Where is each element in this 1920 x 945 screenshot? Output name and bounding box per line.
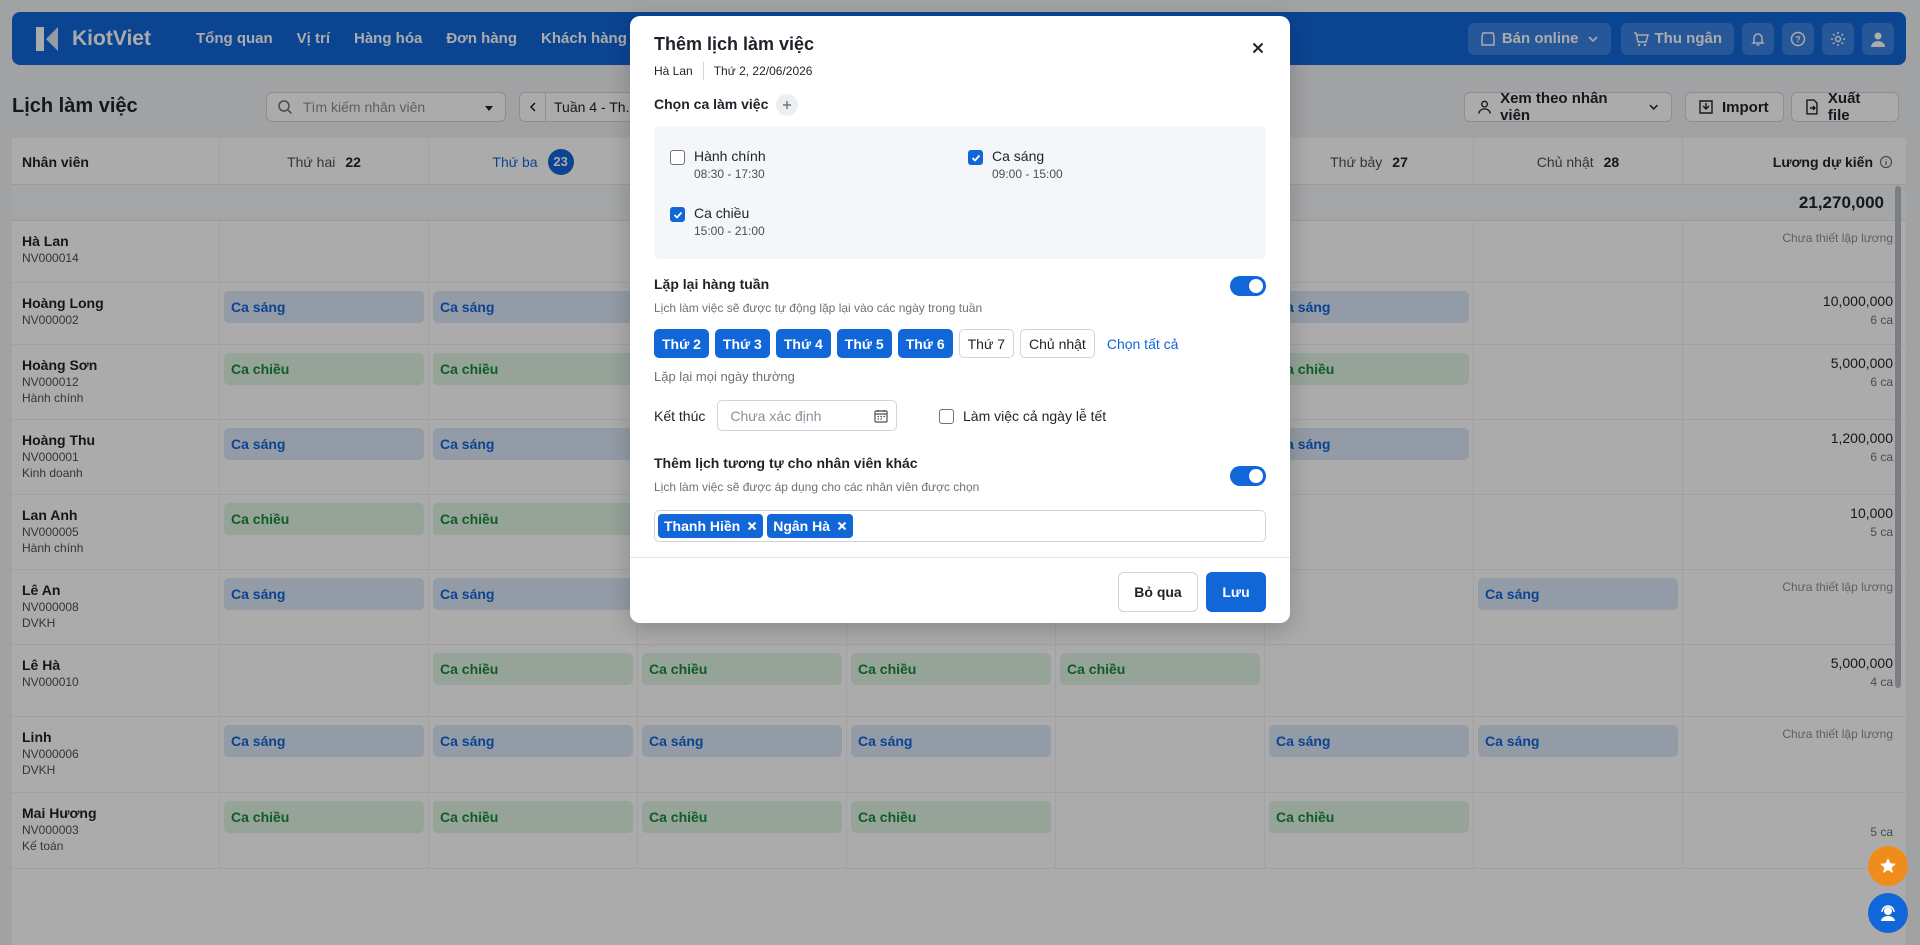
end-date-placeholder: Chưa xác định <box>730 407 822 424</box>
calendar-icon <box>874 410 888 423</box>
modal-date: Thứ 2, 22/06/2026 <box>713 64 813 78</box>
repeat-days-selector: Thứ 2 Thứ 3 Thứ 4 Thứ 5 Thứ 6 Thứ 7 Chủ nhật Ch… <box>654 329 1178 358</box>
tag-label: Thanh Hiền <box>664 518 741 534</box>
repeat-day-chip[interactable]: Thứ 5 <box>836 329 892 358</box>
modal-footer-divider <box>630 557 1290 558</box>
end-label: Kết thúc <box>654 407 706 424</box>
selected-employee-tag: Thanh Hiền <box>658 514 764 538</box>
repeat-day-chip[interactable]: Thứ 4 <box>775 329 831 358</box>
support-agent-icon <box>1881 905 1895 921</box>
close-modal-button[interactable] <box>1248 38 1268 58</box>
other-employees-toggle[interactable] <box>1230 466 1266 486</box>
favorite-fab-button[interactable] <box>1868 846 1908 886</box>
other-employees-label: Thêm lịch tương tự cho nhân viên khác <box>654 455 918 471</box>
remove-tag-icon[interactable] <box>747 521 757 531</box>
add-schedule-modal: Thêm lịch làm việc Hà Lan Thứ 2, 22/06/2… <box>630 16 1290 623</box>
repeat-weekly-toggle[interactable] <box>1230 276 1266 296</box>
holiday-label: Làm việc cả ngày lễ tết <box>963 408 1107 424</box>
repeat-day-chip[interactable]: Thứ 6 <box>897 329 953 358</box>
modal-employee-name: Hà Lan <box>654 64 693 78</box>
repeat-summary: Lặp lại mọi ngày thường <box>654 369 795 384</box>
add-shift-button[interactable] <box>776 94 798 116</box>
end-date-row: Kết thúc Chưa xác định <box>654 400 898 431</box>
modal-title: Thêm lịch làm việc <box>654 34 815 54</box>
choose-shift-label: Chọn ca làm việc <box>654 96 769 112</box>
support-fab-button[interactable] <box>1868 893 1908 933</box>
shift-checkbox[interactable] <box>968 150 983 165</box>
selected-employee-tag: Ngân Hà <box>767 514 854 538</box>
meta-divider <box>702 62 704 80</box>
select-all-days-link[interactable]: Chọn tất cả <box>1107 336 1179 352</box>
shift-name: Ca sáng <box>992 148 1045 164</box>
holiday-checkbox[interactable] <box>939 408 954 424</box>
shift-checkbox[interactable] <box>670 207 685 222</box>
tag-label: Ngân Hà <box>773 518 831 534</box>
save-button[interactable]: Lưu <box>1206 572 1266 612</box>
shift-time: 09:00 - 15:00 <box>992 167 1063 181</box>
repeat-day-chip[interactable]: Thứ 3 <box>714 329 770 358</box>
shift-option-ca-chieu[interactable]: Ca chiều 15:00 - 21:00 <box>670 205 765 238</box>
other-employees-help: Lịch làm việc sẽ được áp dụng cho các nh… <box>654 480 980 494</box>
shift-checkbox[interactable] <box>670 150 685 165</box>
plus-icon <box>783 101 791 109</box>
cancel-button[interactable]: Bỏ qua <box>1118 572 1198 612</box>
repeat-day-chip[interactable]: Thứ 7 <box>958 329 1014 358</box>
shift-time: 15:00 - 21:00 <box>694 224 765 238</box>
shift-name: Ca chiều <box>694 205 750 221</box>
modal-meta: Hà Lan Thứ 2, 22/06/2026 <box>654 62 812 80</box>
employee-multiselect-input[interactable]: Thanh Hiền Ngân Hà <box>654 510 1266 542</box>
close-icon <box>1252 42 1264 54</box>
shift-time: 08:30 - 17:30 <box>694 167 765 181</box>
repeat-day-chip[interactable]: Thứ 2 <box>654 329 709 358</box>
shift-name: Hành chính <box>694 148 766 164</box>
shift-options-panel: Hành chính 08:30 - 17:30 Ca sáng 09:00 -… <box>654 126 1266 259</box>
shift-option-hanh-chinh[interactable]: Hành chính 08:30 - 17:30 <box>670 148 766 181</box>
check-icon <box>673 211 682 219</box>
holiday-option[interactable]: Làm việc cả ngày lễ tết <box>939 408 1106 424</box>
check-icon <box>971 154 980 162</box>
repeat-weekly-help: Lịch làm việc sẽ được tự động lặp lại và… <box>654 301 983 315</box>
repeat-day-chip[interactable]: Chủ nhật <box>1020 329 1095 358</box>
star-icon <box>1880 858 1896 873</box>
repeat-weekly-label: Lặp lại hàng tuần <box>654 276 770 292</box>
remove-tag-icon[interactable] <box>837 521 847 531</box>
end-date-input[interactable]: Chưa xác định <box>717 400 898 431</box>
shift-option-ca-sang[interactable]: Ca sáng 09:00 - 15:00 <box>968 148 1063 181</box>
